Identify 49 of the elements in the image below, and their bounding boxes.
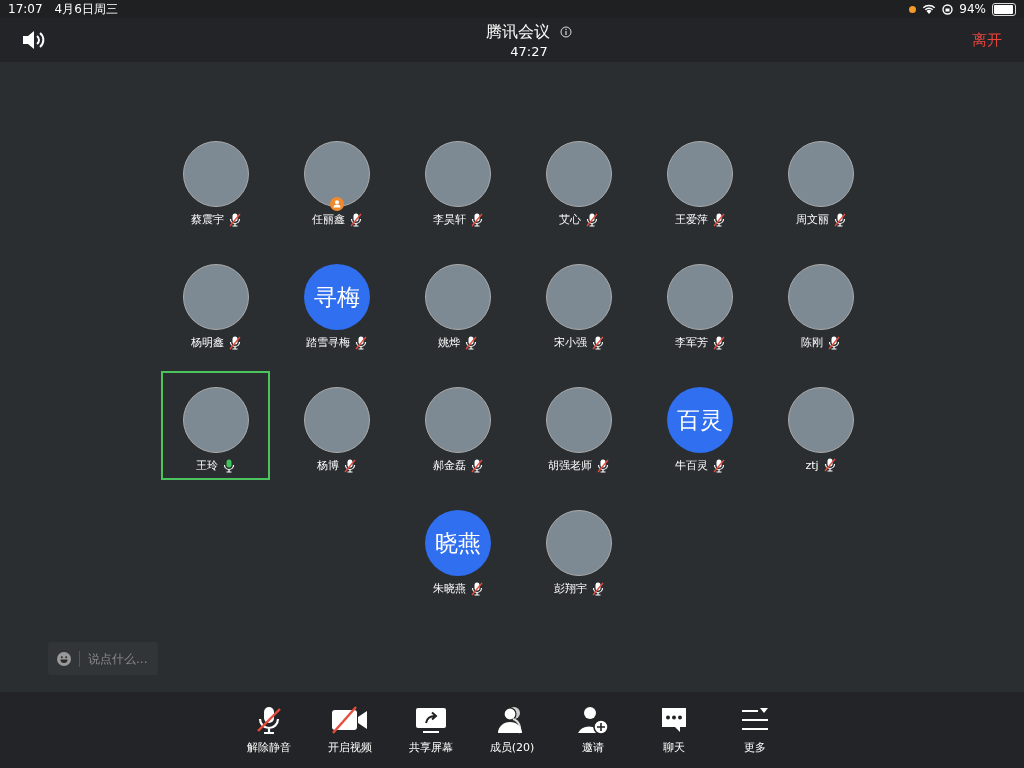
wifi-icon	[922, 3, 937, 15]
participant-name: 姚烨	[438, 335, 460, 350]
toolbar-button[interactable]: 开启视频	[310, 692, 390, 768]
meeting-title: 腾讯会议	[486, 21, 550, 43]
toolbar-button[interactable]: 解除静音	[229, 692, 309, 768]
chat-input-box[interactable]: 说点什么...	[48, 642, 158, 675]
camera-off-icon	[330, 705, 370, 735]
participant-name: 陈刚	[801, 335, 823, 350]
status-date: 4月6日周三	[54, 0, 118, 18]
participant-name: 宋小强	[553, 335, 587, 350]
meeting-timer: 47:27	[510, 43, 548, 59]
participant-name: 彭翔宇	[553, 581, 587, 596]
participant-name: 杨明鑫	[190, 335, 224, 350]
emoji-icon[interactable]	[57, 651, 71, 666]
toolbar-button[interactable]: 聊天	[634, 692, 714, 768]
participant-name: 踏雪寻梅	[306, 335, 350, 350]
participant-name: 王玲	[196, 458, 218, 473]
battery-percent: 94%	[959, 2, 986, 16]
toolbar-button[interactable]: 更多	[715, 692, 795, 768]
participant-name: ztj	[805, 458, 819, 472]
participant-name: 朱晓燕	[432, 581, 466, 596]
participant-name: 牛百灵	[674, 458, 708, 473]
participant-name: 任丽鑫	[311, 212, 345, 227]
share-screen-icon	[414, 705, 448, 735]
participant-name: 蔡震宇	[190, 212, 224, 227]
participant-name: 杨博	[317, 458, 339, 473]
leave-button[interactable]: 离开	[972, 28, 1002, 52]
participant-name: 胡强老师	[548, 458, 592, 473]
participant-name: 郝金磊	[432, 458, 466, 473]
speaker-icon[interactable]	[22, 30, 46, 50]
participant-name: 周文丽	[795, 212, 829, 227]
chat-input-field[interactable]: 说点什么...	[88, 651, 158, 666]
avatar-initials[interactable]: 百灵	[666, 387, 733, 453]
status-time: 17:07	[8, 2, 43, 16]
participant-name: 李昊轩	[432, 212, 466, 227]
battery-icon	[992, 2, 1016, 16]
toolbar-button[interactable]: 邀请	[553, 692, 633, 768]
add-person-icon	[576, 705, 610, 735]
participant-name: 艾心	[559, 212, 581, 227]
avatar-initials[interactable]: 寻梅	[303, 264, 370, 330]
toolbar-button[interactable]: 共享屏幕	[391, 692, 471, 768]
participant-name: 李军芳	[674, 335, 708, 350]
rotation-lock-icon	[942, 3, 954, 15]
info-icon[interactable]	[560, 26, 572, 38]
participant-name: 王爱萍	[674, 212, 708, 227]
indicator-dot-icon	[909, 5, 917, 13]
speaker-highlight-frame[interactable]: 王玲	[161, 371, 270, 480]
toolbar-button[interactable]: 成员(20)	[472, 692, 552, 768]
avatar-initials[interactable]: 晓燕	[424, 510, 491, 576]
